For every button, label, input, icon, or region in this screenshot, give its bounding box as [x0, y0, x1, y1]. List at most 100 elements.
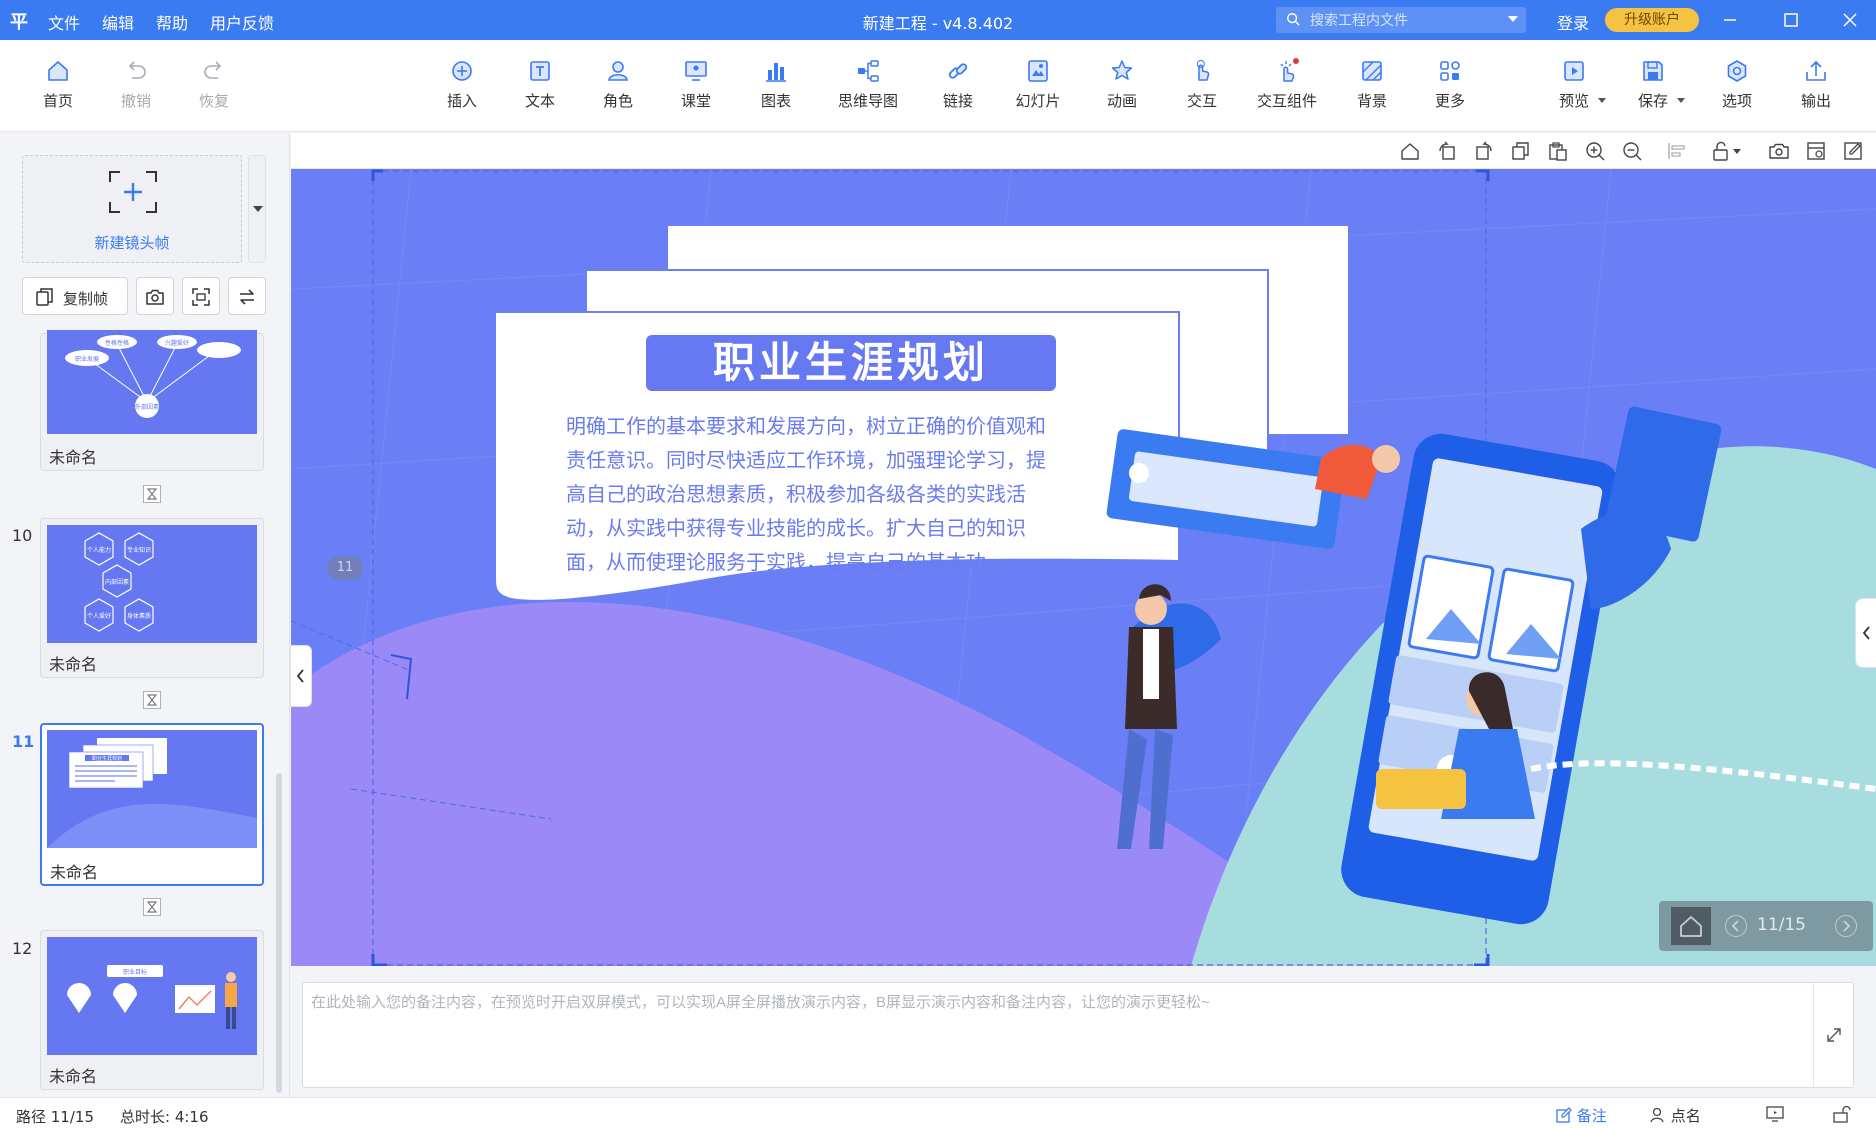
hourglass-icon — [146, 901, 158, 913]
frame-settings-icon[interactable] — [1805, 140, 1827, 162]
person-icon — [608, 61, 628, 81]
menu-file[interactable]: 文件 — [48, 10, 80, 34]
align-left-icon[interactable] — [1666, 140, 1688, 162]
path-order-button[interactable] — [228, 277, 266, 315]
home-view-icon[interactable] — [1399, 140, 1421, 162]
undo-button[interactable]: 撤销 — [100, 58, 172, 111]
screenshot-icon[interactable] — [1768, 140, 1790, 162]
home-button[interactable]: 首页 — [22, 58, 94, 111]
menu-help[interactable]: 帮助 — [156, 10, 188, 34]
nav-next-button[interactable] — [1835, 915, 1857, 937]
frame-thumbnail-12[interactable]: 职业目标 未命名 — [40, 930, 264, 1090]
maximize-icon[interactable] — [1779, 8, 1803, 32]
frame-thumbnail-10[interactable]: 个人能力 专业知识 内部因素 个人爱好 身体素质 未命名 — [40, 518, 264, 678]
save-button[interactable]: 保存 — [1617, 58, 1689, 111]
preview-label: 身体素质 — [127, 612, 151, 620]
text-button[interactable]: 文本 — [504, 58, 576, 111]
transition-button[interactable] — [143, 691, 161, 709]
mindmap-button[interactable]: 思维导图 — [832, 58, 904, 111]
export-button[interactable]: 输出 — [1780, 58, 1852, 111]
slide-preview-graphic: 职业生涯规划 — [47, 738, 257, 848]
preview-label: 兴趣爱好 — [165, 339, 189, 347]
chevron-left-icon — [1862, 626, 1870, 640]
frame-number-active: 11 — [12, 732, 35, 751]
save-dropdown-icon[interactable] — [1677, 98, 1685, 103]
slide-background-graphic — [291, 169, 1876, 966]
copy-icon — [36, 288, 53, 306]
close-icon[interactable] — [1838, 8, 1862, 32]
slide-button[interactable]: 幻灯片 — [1002, 58, 1074, 111]
frame-thumbnail-11[interactable]: 职业生涯规划 未命名 — [40, 723, 264, 886]
chevron-left-icon — [1731, 920, 1739, 932]
interaction-widget-button[interactable]: 交互组件 — [1250, 58, 1324, 111]
zoom-in-icon[interactable] — [1584, 140, 1606, 162]
expand-notes-button[interactable] — [1813, 983, 1853, 1087]
frame-list-scrollbar[interactable] — [276, 773, 282, 1093]
role-button[interactable]: 角色 — [582, 58, 654, 111]
dual-screen-icon[interactable] — [1765, 1105, 1785, 1123]
preview-label: 性格性格 — [105, 339, 129, 347]
snapshot-button[interactable] — [136, 277, 174, 315]
transition-button[interactable] — [143, 485, 161, 503]
gear-icon — [1727, 60, 1747, 82]
transition-button[interactable] — [143, 898, 161, 916]
login-link[interactable]: 登录 — [1557, 10, 1589, 34]
slide-title[interactable]: 职业生涯规划 — [646, 335, 1056, 391]
search-input[interactable] — [1310, 10, 1490, 30]
zoom-out-icon[interactable] — [1621, 140, 1643, 162]
class-button[interactable]: 课堂 — [660, 58, 732, 111]
person-icon — [1650, 1107, 1664, 1123]
interaction-button[interactable]: 交互 — [1166, 58, 1238, 111]
new-frame-button[interactable]: 新建镜头帧 — [22, 155, 242, 263]
upgrade-button[interactable]: 升级账户 — [1605, 8, 1699, 32]
paste-icon[interactable] — [1547, 140, 1569, 162]
home-icon — [48, 61, 68, 81]
collapse-left-panel-button[interactable] — [290, 645, 312, 707]
rotate-left-icon[interactable] — [1436, 140, 1458, 162]
expand-right-panel-button[interactable] — [1855, 598, 1876, 668]
preview-button[interactable]: 预览 — [1538, 58, 1610, 111]
link-icon — [948, 63, 968, 79]
slide-body-text[interactable]: 明确工作的基本要求和发展方向，树立正确的价值观和责任意识。同时尽快适应工作环境，… — [566, 409, 1046, 579]
chart-button[interactable]: 图表 — [740, 58, 812, 111]
preview-label: 职业生涯规划 — [92, 755, 122, 762]
frame-name: 未命名 — [49, 448, 98, 467]
menu-bar: 文件 编辑 帮助 用户反馈 — [48, 10, 274, 34]
slide-canvas[interactable]: 11 职业生涯规划 明确工作的基本要求和发展方向，树立正确的价值观和责任意识。同… — [291, 169, 1876, 966]
background-button[interactable]: 背景 — [1336, 58, 1408, 111]
hand-pointer-icon — [1196, 60, 1210, 81]
more-button[interactable]: 更多 — [1414, 58, 1486, 111]
notes-toggle[interactable]: 备注 — [1556, 1105, 1607, 1126]
preview-dropdown-icon[interactable] — [1598, 98, 1606, 103]
frame-thumbnail-9[interactable]: 职业发展 性格性格 兴趣爱好 外部因素 未命名 — [40, 330, 264, 471]
redo-icon — [204, 61, 222, 79]
unlock-icon[interactable] — [1832, 1105, 1852, 1123]
edit-icon[interactable] — [1842, 140, 1864, 162]
frame-list-panel: 新建镜头帧 复制帧 职业发展 性格性格 兴趣爱好 外部因素 未命名 10 个人能… — [0, 133, 290, 1097]
menu-edit[interactable]: 编辑 — [102, 10, 134, 34]
minimize-icon[interactable] — [1718, 8, 1742, 32]
nav-prev-button[interactable] — [1725, 915, 1747, 937]
fit-frame-button[interactable] — [182, 277, 220, 315]
background-icon — [1362, 61, 1382, 81]
copy-frame-button[interactable]: 复制帧 — [22, 277, 128, 315]
nav-home-button[interactable] — [1671, 907, 1711, 945]
animation-button[interactable]: 动画 — [1086, 58, 1158, 111]
rotate-right-icon[interactable] — [1473, 140, 1495, 162]
preview-label: 专业知识 — [127, 546, 151, 554]
copy-icon[interactable] — [1510, 140, 1532, 162]
link-button[interactable]: 链接 — [922, 58, 994, 111]
search-dropdown-icon[interactable] — [1508, 16, 1518, 22]
options-button[interactable]: 选项 — [1701, 58, 1773, 111]
rollcall-button[interactable]: 点名 — [1650, 1105, 1701, 1126]
notes-input[interactable] — [311, 991, 1811, 1079]
search-box[interactable] — [1276, 7, 1526, 33]
frame-name: 未命名 — [49, 655, 98, 674]
menu-feedback[interactable]: 用户反馈 — [210, 10, 274, 34]
frame-number-badge[interactable]: 11 — [327, 556, 363, 580]
redo-button[interactable]: 恢复 — [178, 58, 250, 111]
new-frame-dropdown[interactable] — [248, 155, 266, 263]
lock-dropdown-icon[interactable] — [1711, 140, 1745, 162]
insert-button[interactable]: 插入 — [426, 58, 498, 111]
edit-note-icon — [1556, 1107, 1572, 1123]
